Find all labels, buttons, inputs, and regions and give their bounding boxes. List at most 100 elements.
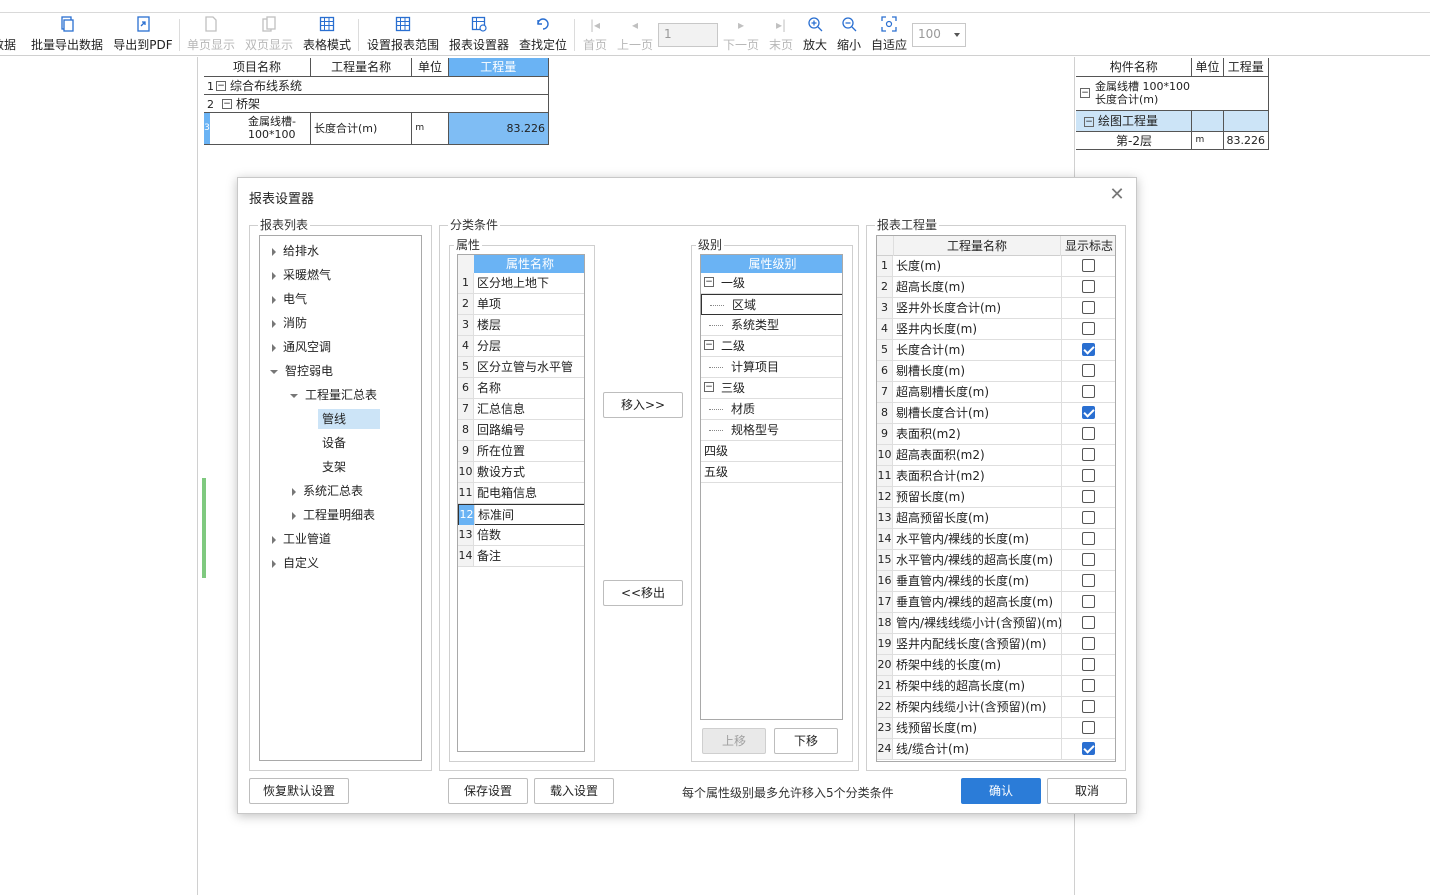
restore-defaults-button[interactable]: 恢复默认设置	[249, 778, 349, 804]
attribute-row[interactable]: 1 区分地上地下	[458, 273, 584, 294]
table-mode-button[interactable]: 表格模式	[302, 16, 352, 54]
move-up-button[interactable]: 上移	[702, 728, 766, 754]
level-row[interactable]: 四级	[701, 441, 842, 462]
show-flag-checkbox[interactable]	[1082, 595, 1095, 608]
show-flag-checkbox[interactable]	[1082, 721, 1095, 734]
close-icon[interactable]: ✕	[1108, 185, 1126, 205]
quantity-row[interactable]: 5 长度合计(m)	[877, 340, 1115, 361]
attribute-row[interactable]: 13 倍数	[458, 525, 584, 546]
quantity-row[interactable]: 19 竖井内配线长度(含预留)(m)	[877, 634, 1115, 655]
save-settings-button[interactable]: 保存设置	[448, 778, 528, 804]
tree-item[interactable]: 消防	[272, 313, 307, 333]
quantity-row[interactable]: 18 管内/裸线线缆小计(含预留)(m)	[877, 613, 1115, 634]
load-settings-button[interactable]: 载入设置	[534, 778, 614, 804]
table-row[interactable]: − 金属线槽 100*100 长度合计(m)	[1076, 75, 1269, 111]
tree-item[interactable]: 工程量汇总表	[290, 385, 377, 405]
show-flag-checkbox[interactable]	[1082, 448, 1095, 461]
show-flag-checkbox[interactable]	[1082, 574, 1095, 587]
zoom-out-button[interactable]: 缩小	[836, 16, 862, 54]
single-page-button[interactable]: 单页显示	[186, 16, 236, 54]
level-row[interactable]: 计算项目	[701, 357, 842, 378]
export-data-button[interactable]: 数据	[0, 16, 18, 54]
tree-item[interactable]: 支架	[322, 457, 346, 477]
level-row[interactable]: 五级	[701, 462, 842, 483]
tree-item[interactable]: 通风空调	[272, 337, 331, 357]
show-flag-checkbox[interactable]	[1082, 280, 1095, 293]
table-row[interactable]: 3 金属线槽- 100*100 长度合计(m) m 83.226	[204, 111, 550, 145]
quantity-row[interactable]: 20 桥架中线的长度(m)	[877, 655, 1115, 676]
show-flag-checkbox[interactable]	[1082, 427, 1095, 440]
quantity-row[interactable]: 7 超高剔槽长度(m)	[877, 382, 1115, 403]
show-flag-checkbox[interactable]	[1082, 658, 1095, 671]
zoom-select[interactable]: 100	[912, 23, 966, 47]
attribute-row[interactable]: 3 楼层	[458, 315, 584, 336]
export-pdf-button[interactable]: 导出到PDF	[112, 16, 174, 54]
show-flag-checkbox[interactable]	[1082, 511, 1095, 524]
show-flag-checkbox[interactable]	[1082, 616, 1095, 629]
report-settings-button[interactable]: 报表设置器	[448, 16, 510, 54]
collapse-icon[interactable]: −	[704, 340, 714, 350]
quantity-cell[interactable]: 83.226	[447, 111, 550, 145]
find-locate-button[interactable]: 查找定位	[518, 16, 568, 54]
attribute-row[interactable]: 6 名称	[458, 378, 584, 399]
quantity-row[interactable]: 3 竖井外长度合计(m)	[877, 298, 1115, 319]
collapse-icon[interactable]: −	[704, 277, 714, 287]
collapse-icon[interactable]: −	[704, 382, 714, 392]
quantity-row[interactable]: 14 水平管内/裸线的长度(m)	[877, 529, 1115, 550]
zoom-in-button[interactable]: 放大	[802, 16, 828, 54]
collapse-icon[interactable]: −	[222, 99, 232, 109]
quantity-row[interactable]: 10 超高表面积(m2)	[877, 445, 1115, 466]
level-row[interactable]: − 一级	[701, 273, 842, 294]
quantity-row[interactable]: 13 超高预留长度(m)	[877, 508, 1115, 529]
level-row[interactable]: − 三级	[701, 378, 842, 399]
level-row[interactable]: 区域	[701, 294, 842, 315]
attribute-row[interactable]: 2 单项	[458, 294, 584, 315]
double-page-button[interactable]: 双页显示	[244, 16, 294, 54]
batch-export-button[interactable]: 批量导出数据	[30, 16, 104, 54]
collapse-icon[interactable]: −	[216, 81, 226, 91]
level-row[interactable]: 规格型号	[701, 420, 842, 441]
attribute-row[interactable]: 14 备注	[458, 546, 584, 567]
quantity-row[interactable]: 4 竖井内长度(m)	[877, 319, 1115, 340]
quantity-row[interactable]: 23 线预留长度(m)	[877, 718, 1115, 739]
quantity-row[interactable]: 16 垂直管内/裸线的长度(m)	[877, 571, 1115, 592]
attribute-row[interactable]: 7 汇总信息	[458, 399, 584, 420]
quantity-row[interactable]: 1 长度(m)	[877, 256, 1115, 277]
next-page-button[interactable]: ▸ 下一页	[722, 16, 760, 54]
fit-button[interactable]: 自适应	[870, 16, 908, 54]
quantity-row[interactable]: 15 水平管内/裸线的超高长度(m)	[877, 550, 1115, 571]
tree-item[interactable]: 工程量明细表	[292, 505, 375, 525]
show-flag-checkbox[interactable]	[1082, 490, 1095, 503]
show-flag-checkbox[interactable]	[1082, 385, 1095, 398]
quantity-row[interactable]: 11 表面积合计(m2)	[877, 466, 1115, 487]
show-flag-checkbox[interactable]	[1082, 553, 1095, 566]
attribute-row[interactable]: 9 所在位置	[458, 441, 584, 462]
move-in-button[interactable]: 移入>>	[603, 392, 683, 418]
show-flag-checkbox[interactable]	[1082, 637, 1095, 650]
tree-item[interactable]: 设备	[322, 433, 346, 453]
move-down-button[interactable]: 下移	[774, 728, 838, 754]
table-row[interactable]: − 绘图工程量	[1076, 109, 1269, 132]
attribute-row[interactable]: 5 区分立管与水平管	[458, 357, 584, 378]
attribute-row[interactable]: 12 标准间	[458, 504, 584, 525]
level-row[interactable]: 系统类型	[701, 315, 842, 336]
show-flag-checkbox[interactable]	[1082, 364, 1095, 377]
attribute-row[interactable]: 10 敷设方式	[458, 462, 584, 483]
first-page-button[interactable]: |◂ 首页	[582, 16, 608, 54]
last-page-button[interactable]: ▸| 末页	[768, 16, 794, 54]
level-row[interactable]: − 二级	[701, 336, 842, 357]
show-flag-checkbox[interactable]	[1082, 742, 1095, 755]
show-flag-checkbox[interactable]	[1082, 259, 1095, 272]
table-row[interactable]: 2− 桥架	[204, 93, 549, 113]
show-flag-checkbox[interactable]	[1082, 343, 1095, 356]
attribute-row[interactable]: 11 配电箱信息	[458, 483, 584, 504]
tree-item[interactable]: 采暖燃气	[272, 265, 331, 285]
quantity-row[interactable]: 24 线/缆合计(m)	[877, 739, 1115, 760]
tree-item[interactable]: 工业管道	[272, 529, 331, 549]
show-flag-checkbox[interactable]	[1082, 532, 1095, 545]
tree-item-selected[interactable]: 管线	[318, 409, 380, 429]
move-out-button[interactable]: <<移出	[603, 580, 683, 606]
attribute-row[interactable]: 8 回路编号	[458, 420, 584, 441]
page-number-input[interactable]: 1	[658, 23, 718, 47]
tree-item[interactable]: 自定义	[272, 553, 319, 573]
